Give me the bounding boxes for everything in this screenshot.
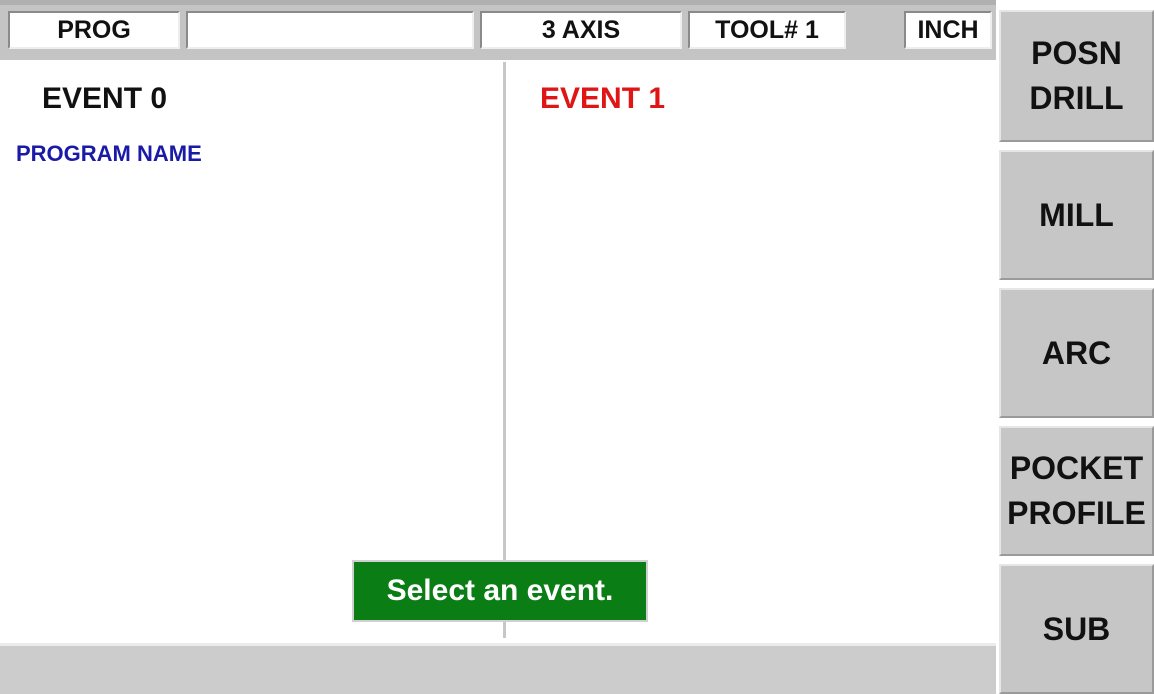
- prompt-message-text: Select an event.: [386, 574, 614, 607]
- pocket-profile-button[interactable]: POCKET PROFILE: [999, 426, 1154, 556]
- softkey-label: MILL: [1039, 196, 1114, 233]
- sub-button[interactable]: SUB: [999, 564, 1154, 694]
- softkey-label: POCKET: [1009, 450, 1144, 487]
- softkey-label: PROFILE: [1007, 495, 1146, 531]
- event-divider: [503, 62, 506, 638]
- prompt-message: Select an event.: [352, 560, 648, 622]
- tool-indicator: TOOL# 1: [688, 11, 846, 49]
- program-name-field[interactable]: [186, 11, 474, 49]
- softkey-label: SUB: [1042, 610, 1111, 647]
- status-bar-edge: [0, 0, 996, 5]
- arc-button[interactable]: ARC: [999, 288, 1154, 418]
- tool-label: TOOL# 1: [715, 15, 819, 44]
- input-line: [0, 643, 996, 694]
- axis-indicator: 3 AXIS: [480, 11, 682, 49]
- event-1-title[interactable]: EVENT 1: [540, 82, 665, 116]
- mode-indicator: PROG: [8, 11, 180, 49]
- mode-label: PROG: [57, 15, 131, 44]
- axis-label: 3 AXIS: [541, 15, 621, 44]
- softkey-label: ARC: [1041, 334, 1112, 371]
- event-0-title[interactable]: EVENT 0: [42, 82, 167, 116]
- softkey-label: DRILL: [1029, 80, 1124, 116]
- posn-drill-button[interactable]: POSN DRILL: [999, 10, 1154, 142]
- program-name-label[interactable]: PROGRAM NAME: [16, 141, 202, 167]
- units-indicator: INCH: [904, 11, 992, 49]
- mill-button[interactable]: MILL: [999, 150, 1154, 280]
- units-label: INCH: [917, 15, 979, 44]
- softkey-label: POSN: [1031, 35, 1122, 72]
